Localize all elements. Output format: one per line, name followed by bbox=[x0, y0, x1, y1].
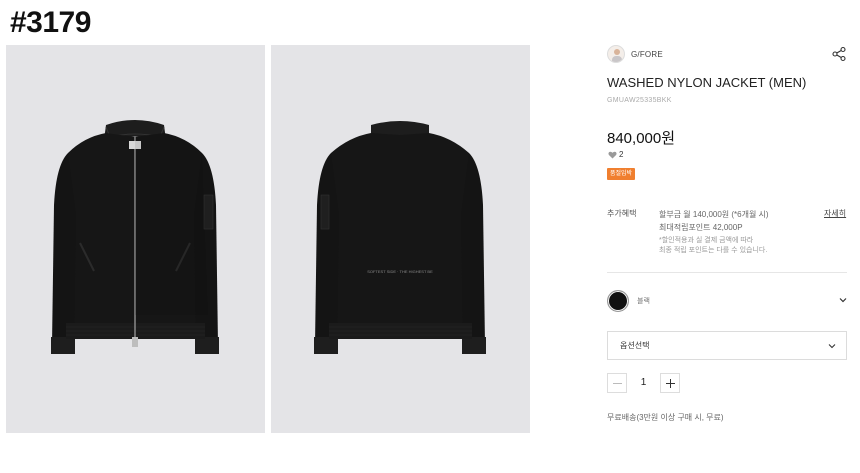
benefit-note-line: 최종 적립 포인트는 다를 수 있습니다. bbox=[659, 247, 768, 254]
like-count: 2 bbox=[619, 150, 624, 159]
chevron-down-icon[interactable] bbox=[839, 296, 847, 304]
color-swatch-black[interactable] bbox=[607, 290, 629, 312]
product-image-front[interactable] bbox=[6, 45, 265, 433]
minus-icon[interactable] bbox=[607, 372, 627, 393]
jacket-back-illustration: SOFTEST SIDE · THE HIGHEST BE bbox=[314, 121, 486, 354]
benefit-note: *할인적용과 실 결제 금액에 따라 최종 적립 포인트는 다를 수 있습니다. bbox=[659, 236, 767, 256]
brand-avatar bbox=[607, 45, 625, 63]
option-select[interactable]: 옵션선택 bbox=[607, 331, 847, 360]
benefit-info: 할부금 월 140,000원 (*6개월 시) 최대적립포인트 42,000P bbox=[659, 208, 769, 234]
product-code: GMUAW25335BKK bbox=[607, 97, 672, 104]
shipping-info: 무료배송(3만원 이상 구매 시, 무료) bbox=[607, 413, 724, 422]
plus-icon[interactable] bbox=[660, 372, 680, 393]
quantity-stepper: 1 bbox=[607, 372, 680, 393]
product-image-back[interactable]: SOFTEST SIDE · THE HIGHEST BE bbox=[271, 45, 530, 433]
product-price: 840,000원 bbox=[607, 130, 676, 147]
chevron-down-icon bbox=[828, 344, 836, 349]
benefit-note-line: *할인적용과 실 결제 금액에 따라 bbox=[659, 237, 754, 244]
color-label: 블랙 bbox=[637, 298, 650, 305]
divider bbox=[607, 272, 847, 273]
jacket-back-print: SOFTEST SIDE · THE HIGHEST BE bbox=[367, 269, 433, 274]
points-text: 최대적립포인트 42,000P bbox=[659, 223, 743, 232]
like-button[interactable]: 2 bbox=[608, 150, 623, 159]
installment-text: 할부금 월 140,000원 (*6개월 시) bbox=[659, 210, 769, 219]
share-icon[interactable] bbox=[831, 46, 847, 62]
option-select-label: 옵션선택 bbox=[620, 341, 650, 350]
item-number: #3179 bbox=[10, 6, 91, 39]
jacket-front-illustration bbox=[51, 120, 219, 354]
heart-icon bbox=[608, 151, 617, 159]
benefit-detail-link[interactable]: 자세히 bbox=[824, 208, 846, 219]
color-selector[interactable]: 블랙 bbox=[607, 290, 847, 312]
status-badge: 품절임박 bbox=[607, 168, 636, 180]
product-title: WASHED NYLON JACKET (MEN) bbox=[607, 75, 807, 90]
benefit-label: 추가혜택 bbox=[607, 209, 637, 218]
brand-name[interactable]: G/FORE bbox=[631, 50, 663, 59]
quantity-value[interactable]: 1 bbox=[627, 377, 660, 388]
brand-row[interactable]: G/FORE bbox=[607, 45, 663, 63]
